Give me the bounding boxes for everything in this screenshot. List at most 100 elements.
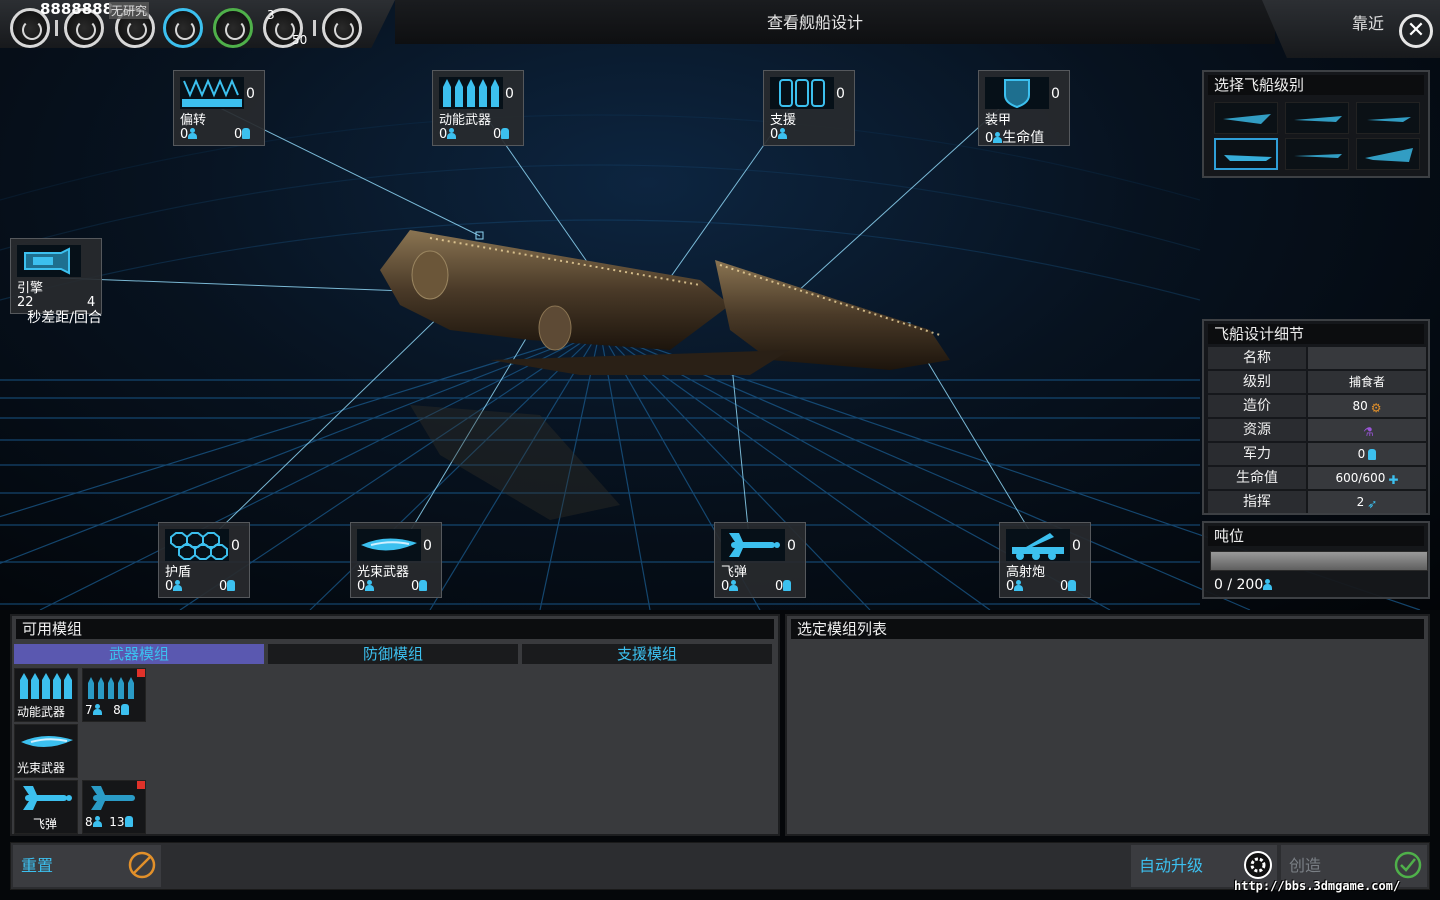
detail-label: 生命值: [1208, 467, 1306, 489]
power-icon: [1068, 580, 1077, 591]
new-flag-icon: [137, 669, 145, 677]
detail-label: 资源: [1208, 419, 1306, 441]
footer-bar: 重置 自动升级 创造: [10, 842, 1430, 890]
support-icon: [770, 77, 834, 109]
tonnage-bar: [1210, 551, 1428, 571]
crew-icon: [188, 128, 198, 139]
module-missile-2[interactable]: 8 13: [82, 780, 146, 834]
engine-unit: 秒差距/回合: [27, 310, 102, 326]
slot-engine[interactable]: 引擎 22 4: [10, 238, 102, 314]
slot-shield[interactable]: 0 护盾 0 0: [158, 522, 250, 598]
power-icon: [419, 580, 428, 591]
module-kinetic-2[interactable]: 7 8: [82, 668, 146, 722]
tonnage-text: 0 / 200: [1214, 577, 1273, 593]
crew-icon: [993, 132, 1003, 143]
armor-icon: [985, 77, 1049, 109]
power-icon: [242, 128, 251, 139]
tab-weapons[interactable]: 武器模组: [14, 644, 264, 664]
artillery-icon: [1006, 529, 1070, 561]
money-value: 8888888: [40, 0, 114, 18]
design-details-panel: 飞船设计细节 名称 级别 捕食者 造价 80 ⚙ 资源 ⚗ 军力 0 生命值 600/600 ✚ 指挥 2 ➶: [1202, 319, 1430, 515]
diplomacy-icon[interactable]: [213, 8, 253, 48]
detail-value[interactable]: [1308, 347, 1426, 369]
selected-modules-panel: 选定模组列表: [785, 614, 1430, 836]
tonnage-panel: 吨位 0 / 200: [1202, 521, 1430, 599]
detail-value: 80 ⚙: [1308, 395, 1426, 417]
ship-model: [380, 230, 950, 375]
detail-label: 名称: [1208, 347, 1306, 369]
tab-support[interactable]: 支援模组: [522, 644, 772, 664]
module-beam[interactable]: 光束武器: [14, 724, 78, 778]
settings-icon[interactable]: [322, 8, 362, 48]
new-flag-icon: [137, 781, 145, 789]
reset-button[interactable]: 重置: [13, 845, 161, 887]
slot-kinetic[interactable]: 0 动能武器 0 0: [432, 70, 524, 146]
detail-label: 级别: [1208, 371, 1306, 393]
tab-defense[interactable]: 防御模组: [268, 644, 518, 664]
ship-class-4[interactable]: [1214, 138, 1278, 170]
pop-big: 50: [292, 33, 308, 47]
ship-class-3[interactable]: [1356, 102, 1420, 134]
deflector-icon: [180, 77, 244, 109]
engine-icon: [17, 245, 81, 277]
tonnage-title: 吨位: [1208, 526, 1424, 546]
military-icon[interactable]: [163, 8, 203, 48]
slot-deflector[interactable]: 0 偏转 0 0: [173, 70, 265, 146]
check-icon: [1394, 851, 1422, 879]
crew-icon: [447, 128, 457, 139]
power-icon: [1368, 449, 1377, 460]
crew-icon: [1014, 580, 1024, 591]
selected-modules-title: 选定模组列表: [791, 619, 1424, 639]
slot-support[interactable]: 0 支援 0: [763, 70, 855, 146]
crew-icon: [92, 704, 102, 715]
detail-value: 600/600 ✚: [1308, 467, 1426, 489]
detail-value: ⚗: [1308, 419, 1426, 441]
crew-icon: [365, 580, 375, 591]
detail-label: 指挥: [1208, 491, 1306, 513]
slot-missile[interactable]: 0 飞弹 0 0: [714, 522, 806, 598]
cost-icon: ⚙: [1370, 401, 1382, 415]
slot-beam[interactable]: 0 光束武器 0 0: [350, 522, 442, 598]
reset-icon: [128, 851, 156, 879]
slot-artillery[interactable]: 0 高射炮 0 0: [999, 522, 1091, 598]
available-modules-panel: 可用模组 武器模组 防御模组 支援模组 动能武器 7 8 光束武器 飞弹 8 1…: [10, 614, 780, 836]
research-status: 无研究: [109, 2, 150, 19]
ship-class-title: 选择飞船级别: [1208, 75, 1424, 95]
page-title: 查看舰船设计: [766, 13, 863, 32]
detail-value: 捕食者: [1308, 371, 1426, 393]
slot-armor[interactable]: 0 装甲 0 生命值: [978, 70, 1070, 146]
shield-icon: [165, 529, 229, 561]
watermark: http://bbs.3dmgame.com/: [1234, 879, 1401, 893]
crew-icon: [729, 580, 739, 591]
ship-class-panel: 选择飞船级别: [1202, 70, 1430, 178]
power-icon: [120, 704, 129, 715]
available-modules-title: 可用模组: [16, 619, 774, 639]
ship-class-1[interactable]: [1214, 102, 1278, 134]
power-icon: [501, 128, 510, 139]
detail-label: 军力: [1208, 443, 1306, 465]
kinetic-icon: [439, 77, 503, 109]
command-icon: ➶: [1367, 497, 1378, 511]
gear-icon: [1244, 851, 1272, 879]
detail-value: 0: [1308, 443, 1426, 465]
module-missile[interactable]: 飞弹: [14, 780, 78, 834]
ship-reflection: [410, 405, 620, 520]
close-icon[interactable]: ✕: [1399, 14, 1433, 48]
health-icon: ✚: [1388, 473, 1399, 487]
pop-small: 3: [267, 8, 275, 22]
ship-class-5[interactable]: [1285, 138, 1349, 170]
crew-icon: [173, 580, 183, 591]
zoom-label[interactable]: 靠近: [1352, 10, 1384, 34]
crew-icon: [92, 816, 102, 827]
top-bar: 8888888 无研究 3 50 查看舰船设计 靠近 ✕: [0, 0, 1440, 60]
beam-icon: [357, 529, 421, 561]
crew-icon: [778, 128, 788, 139]
missile-icon: [721, 529, 785, 561]
module-kinetic[interactable]: 动能武器: [14, 668, 78, 722]
detail-value: 2 ➶: [1308, 491, 1426, 513]
ship-class-2[interactable]: [1285, 102, 1349, 134]
resource-icon: ⚗: [1363, 425, 1374, 439]
power-icon: [124, 816, 133, 827]
detail-label: 造价: [1208, 395, 1306, 417]
ship-class-6[interactable]: [1356, 138, 1420, 170]
